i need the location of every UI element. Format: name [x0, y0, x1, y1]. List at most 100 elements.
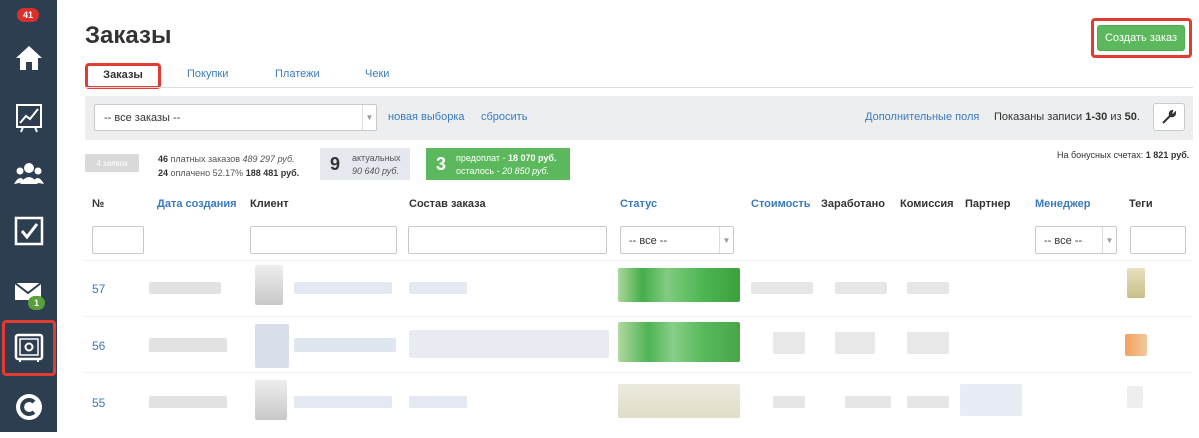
col-manager[interactable]: Менеджер: [1035, 198, 1091, 210]
applications-badge[interactable]: 4 заявок: [85, 154, 139, 172]
bonus-label: На бонусных счетах:: [1057, 150, 1146, 160]
redacted-commission: [907, 332, 949, 354]
redacted-earned: [835, 332, 875, 354]
actual-orders-stat[interactable]: 9 актуальных 90 640 руб.: [320, 148, 410, 180]
redacted-earned: [835, 282, 887, 294]
redacted-content: [409, 396, 467, 408]
order-number-link[interactable]: 57: [92, 282, 105, 296]
col-created-date[interactable]: Дата создания: [157, 198, 237, 210]
left-sum: 20 850 руб.: [502, 166, 550, 176]
redacted-client-avatar: [255, 380, 287, 420]
records-shown-mid: из: [1107, 111, 1125, 123]
actual-sum: 90 640 руб.: [352, 166, 399, 176]
records-shown-total: 50: [1124, 111, 1137, 123]
order-number-link[interactable]: 55: [92, 396, 105, 410]
prepay-line: предоплат - 18 070 руб.: [456, 153, 556, 163]
redacted-date: [149, 282, 221, 294]
redacted-client-avatar: [255, 324, 289, 368]
orders-filter-select[interactable]: -- все заказы -- ▼: [94, 104, 377, 131]
prepay-stat[interactable]: 3 предоплат - 18 070 руб. осталось - 20 …: [426, 148, 570, 180]
records-shown-suffix: .: [1136, 111, 1140, 123]
reset-link[interactable]: сбросить: [481, 111, 527, 123]
records-shown: Показаны записи 1-30 из 50.: [994, 111, 1140, 123]
paid-done-label: оплачено 52.17%: [170, 168, 244, 178]
redacted-client-name: [294, 338, 396, 352]
new-selection-link[interactable]: новая выборка: [388, 111, 465, 123]
col-order-content: Состав заказа: [409, 198, 486, 210]
order-number-link[interactable]: 56: [92, 339, 105, 353]
tab-payments[interactable]: Платежи: [275, 68, 320, 80]
bonus-balance: На бонусных счетах: 1 821 руб.: [1057, 150, 1189, 160]
create-order-highlight: [1091, 18, 1192, 58]
paid-done-count: 24: [158, 168, 169, 178]
row-divider: [85, 372, 1193, 373]
prepay-label: предоплат -: [456, 153, 508, 163]
sidebar-item-tasks[interactable]: [0, 200, 57, 262]
redacted-tags: [1125, 334, 1147, 356]
sidebar-item-stats[interactable]: [0, 87, 57, 149]
status-filter-value: -- все --: [629, 235, 668, 247]
chevron-down-icon: ▼: [719, 227, 733, 253]
redacted-date: [149, 396, 227, 408]
sidebar-item-logo[interactable]: [0, 376, 57, 438]
col-commission: Комиссия: [900, 198, 954, 210]
actual-label: актуальных: [352, 153, 401, 163]
logo-c-icon: [15, 394, 42, 420]
redacted-cost: [773, 332, 805, 354]
redacted-client-name: [294, 396, 392, 408]
col-tags: Теги: [1129, 198, 1153, 210]
sidebar-item-mail[interactable]: [0, 260, 57, 322]
redacted-commission: [907, 396, 949, 408]
records-shown-prefix: Показаны записи: [994, 111, 1086, 123]
actual-count: 9: [330, 154, 341, 174]
checkbox-icon: [14, 216, 43, 246]
col-partner: Партнер: [965, 198, 1011, 210]
content-filter-input[interactable]: [408, 226, 607, 254]
redacted-status: [618, 268, 740, 302]
status-filter-select[interactable]: -- все -- ▼: [620, 226, 734, 254]
client-filter-input[interactable]: [250, 226, 397, 254]
tabs-divider: [85, 87, 1193, 88]
extra-fields-link[interactable]: Дополнительные поля: [865, 111, 979, 123]
redacted-earned: [845, 396, 891, 408]
tags-filter-input[interactable]: [1130, 226, 1186, 254]
sidebar-item-home[interactable]: [0, 27, 57, 89]
redacted-client-name: [294, 282, 392, 294]
notifications-badge[interactable]: 41: [17, 8, 40, 22]
chevron-down-icon: ▼: [1102, 227, 1116, 253]
redacted-cost: [773, 396, 805, 408]
row-divider: [85, 260, 1193, 261]
number-filter-input[interactable]: [92, 226, 144, 254]
sidebar-item-users[interactable]: [0, 143, 57, 205]
paid-sum: 489 297 руб.: [242, 154, 295, 164]
redacted-commission: [907, 282, 949, 294]
settings-button[interactable]: [1153, 103, 1185, 131]
manager-filter-select[interactable]: -- все -- ▼: [1035, 226, 1117, 254]
tab-orders-highlight: [85, 63, 161, 89]
redacted-status: [618, 322, 740, 362]
tab-purchases[interactable]: Покупки: [187, 68, 228, 80]
redacted-content: [409, 282, 467, 294]
paid-count: 46: [158, 154, 169, 164]
paid-done-sum: 188 481 руб.: [245, 168, 300, 178]
row-divider: [85, 316, 1193, 317]
records-shown-range: 1-30: [1085, 111, 1108, 123]
redacted-client-avatar: [255, 265, 283, 305]
col-cost[interactable]: Стоимость: [751, 198, 811, 210]
mail-badge: 1: [28, 296, 46, 310]
redacted-content: [409, 330, 609, 358]
left-label: осталось -: [456, 166, 503, 176]
paid-label: платных заказов: [170, 154, 241, 164]
tab-receipts[interactable]: Чеки: [365, 68, 389, 80]
manager-filter-value: -- все --: [1044, 235, 1083, 247]
redacted-tags: [1127, 386, 1143, 408]
home-icon: [15, 46, 42, 70]
orders-filter-value: -- все заказы --: [104, 112, 181, 124]
main-content: Заказы Создать заказ Заказы Покупки Плат…: [57, 0, 1199, 432]
redacted-partner: [960, 384, 1022, 416]
col-status[interactable]: Статус: [620, 198, 657, 210]
bonus-sum: 1 821 руб.: [1145, 150, 1190, 160]
redacted-date: [149, 338, 227, 352]
page-title: Заказы: [85, 22, 172, 49]
left-line: осталось - 20 850 руб.: [456, 166, 549, 176]
